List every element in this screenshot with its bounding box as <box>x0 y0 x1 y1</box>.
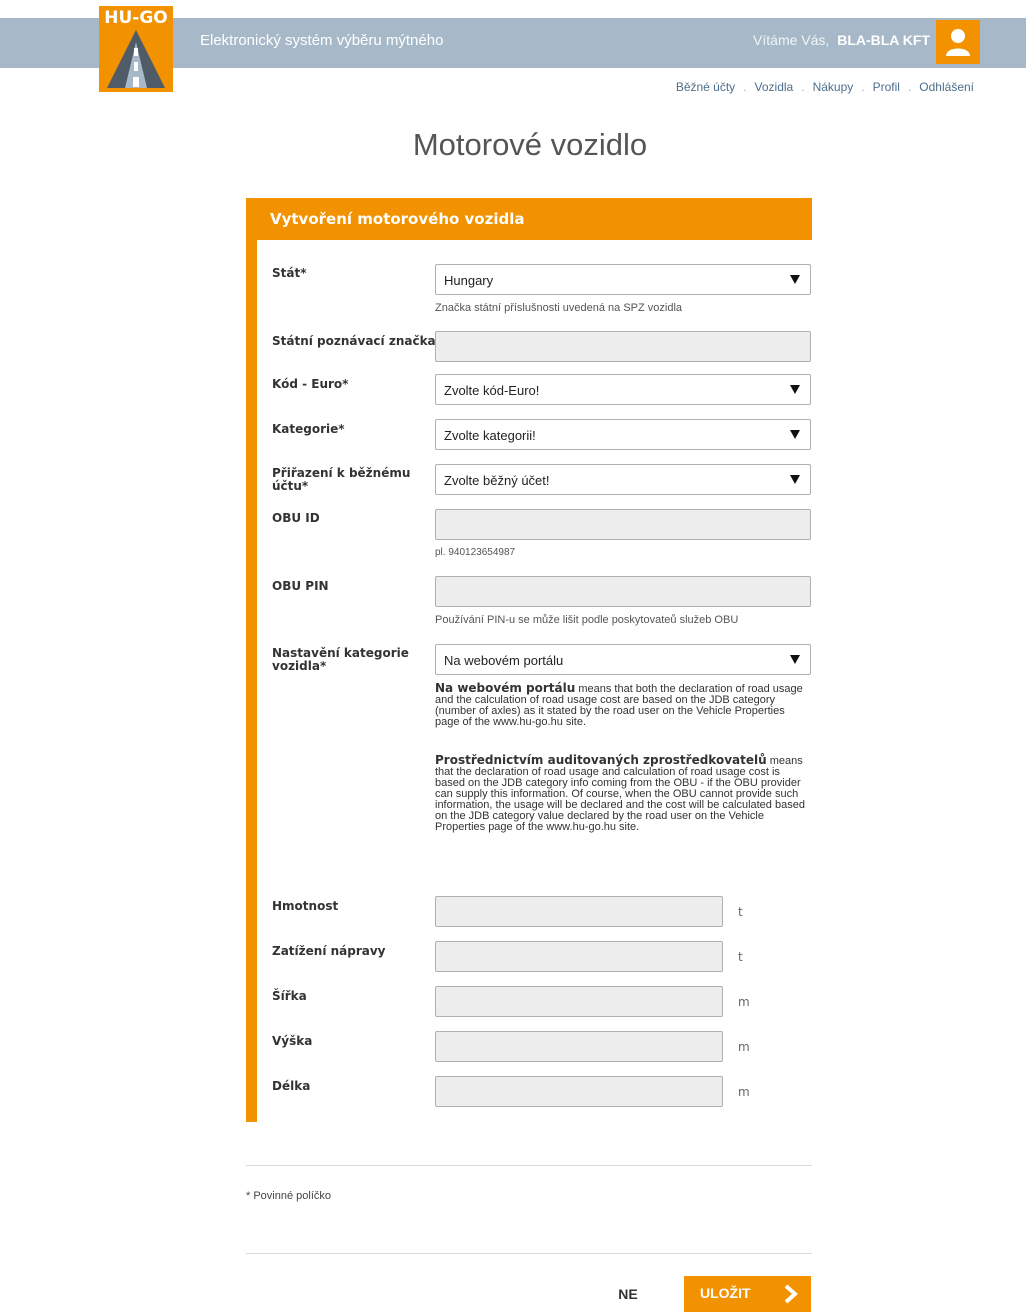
save-button-label: ULOŽIT <box>700 1285 751 1301</box>
euro-code-select-value: Zvolte kód-Euro! <box>444 383 540 398</box>
triangle-down-icon <box>790 275 800 284</box>
divider <box>246 1165 812 1166</box>
obu-id-hint: pl. 940123654987 <box>435 547 516 558</box>
height-unit: m <box>738 1040 750 1054</box>
account-select[interactable]: Zvolte běžný účet! <box>435 464 811 495</box>
nav-separator: . <box>907 80 912 94</box>
nav-link-profile[interactable]: Profil <box>873 80 900 94</box>
form-section-header: Vytvoření motorového vozidla <box>246 198 812 240</box>
category-setting-select[interactable]: Na webovém portálu <box>435 644 811 675</box>
description-portal-title: Na webovém portálu <box>435 681 576 695</box>
divider <box>246 1253 812 1254</box>
category-setting-description-portal: Na webovém portálu means that both the d… <box>435 681 807 728</box>
obu-pin-input[interactable] <box>435 576 811 607</box>
category-setting-description-obu: Prostřednictvím auditovaných zprostředko… <box>435 753 807 833</box>
width-label: Šířka <box>272 989 307 1003</box>
nav-link-purchases[interactable]: Nákupy <box>813 80 854 94</box>
plate-label: Státní poznávací značka* <box>272 334 442 348</box>
welcome-text: Vítáme Vás, BLA-BLA KFT <box>753 32 930 48</box>
obu-id-label: OBU ID <box>272 511 320 525</box>
nav-separator: . <box>801 80 805 94</box>
required-field-note: * Povinné políčko <box>246 1190 331 1202</box>
user-profile-button[interactable] <box>936 20 980 64</box>
width-input[interactable] <box>435 986 723 1017</box>
weight-label: Hmotnost <box>272 899 339 913</box>
length-input[interactable] <box>435 1076 723 1107</box>
nav-link-logout[interactable]: Odhlášení <box>919 80 974 94</box>
category-setting-label-line2: vozidla* <box>272 659 327 673</box>
country-select-value: Hungary <box>444 273 494 288</box>
euro-code-label: Kód - Euro* <box>272 377 349 391</box>
category-setting-select-value: Na webovém portálu <box>444 653 564 668</box>
description-obu-text: means that the declaration of road usage… <box>435 755 805 833</box>
road-icon <box>107 30 165 88</box>
country-hint: Značka státní příslušnosti uvedená na SP… <box>435 302 683 314</box>
description-obu-title: Prostřednictvím auditovaných zprostředko… <box>435 753 767 767</box>
user-icon <box>946 29 970 56</box>
top-navigation: Běžné účty. Vozidla. Nákupy. Profil. Odhláše… <box>676 80 974 94</box>
account-label-line2: účtu* <box>272 479 309 493</box>
height-label: Výška <box>272 1034 313 1048</box>
plate-input[interactable] <box>435 331 811 362</box>
weight-input[interactable] <box>435 896 723 927</box>
country-select[interactable]: Hungary <box>435 264 811 295</box>
obu-pin-hint: Používání PIN-u se může lišit podle posk… <box>435 614 739 626</box>
account-label: Přiřazení k běžnému účtu* <box>272 467 410 493</box>
app-title: Elektronický systém výběru mýtného <box>200 32 444 49</box>
account-select-value: Zvolte běžný účet! <box>444 473 550 488</box>
welcome-greeting: Vítáme Vás, <box>753 32 830 48</box>
category-setting-label: Nastavění kategorie vozidla* <box>272 647 409 673</box>
obu-id-input[interactable] <box>435 509 811 540</box>
length-label: Délka <box>272 1079 311 1093</box>
euro-code-select[interactable]: Zvolte kód-Euro! <box>435 374 811 405</box>
company-name[interactable]: BLA-BLA KFT <box>837 32 930 48</box>
page-title: Motorové vozidlo <box>412 127 648 162</box>
category-select[interactable]: Zvolte kategorii! <box>435 419 811 450</box>
length-unit: m <box>738 1085 750 1099</box>
save-button[interactable]: ULOŽIT <box>684 1276 811 1312</box>
triangle-down-icon <box>790 475 800 484</box>
logo-text: HU-GO <box>104 8 168 28</box>
category-label: Kategorie* <box>272 422 345 436</box>
axle-load-unit: t <box>738 950 743 964</box>
height-input[interactable] <box>435 1031 723 1062</box>
category-select-value: Zvolte kategorii! <box>444 428 536 443</box>
nav-link-vehicles[interactable]: Vozidla <box>755 80 794 94</box>
cancel-button[interactable]: NE <box>606 1286 650 1302</box>
triangle-down-icon <box>790 385 800 394</box>
country-label: Stát* <box>272 266 307 280</box>
nav-separator: . <box>743 80 747 94</box>
obu-pin-label: OBU PIN <box>272 579 329 593</box>
form-section-title: Vytvoření motorového vozidla <box>270 210 525 228</box>
weight-unit: t <box>738 905 743 919</box>
width-unit: m <box>738 995 750 1009</box>
chevron-right-icon <box>784 1284 799 1304</box>
triangle-down-icon <box>790 430 800 439</box>
nav-link-accounts[interactable]: Běžné účty <box>676 80 735 94</box>
nav-separator: . <box>861 80 865 94</box>
form-accent-bar <box>246 198 257 1122</box>
hu-go-logo[interactable]: HU-GO <box>99 6 173 92</box>
axle-load-label: Zatížení nápravy <box>272 944 386 958</box>
triangle-down-icon <box>790 655 800 664</box>
axle-load-input[interactable] <box>435 941 723 972</box>
